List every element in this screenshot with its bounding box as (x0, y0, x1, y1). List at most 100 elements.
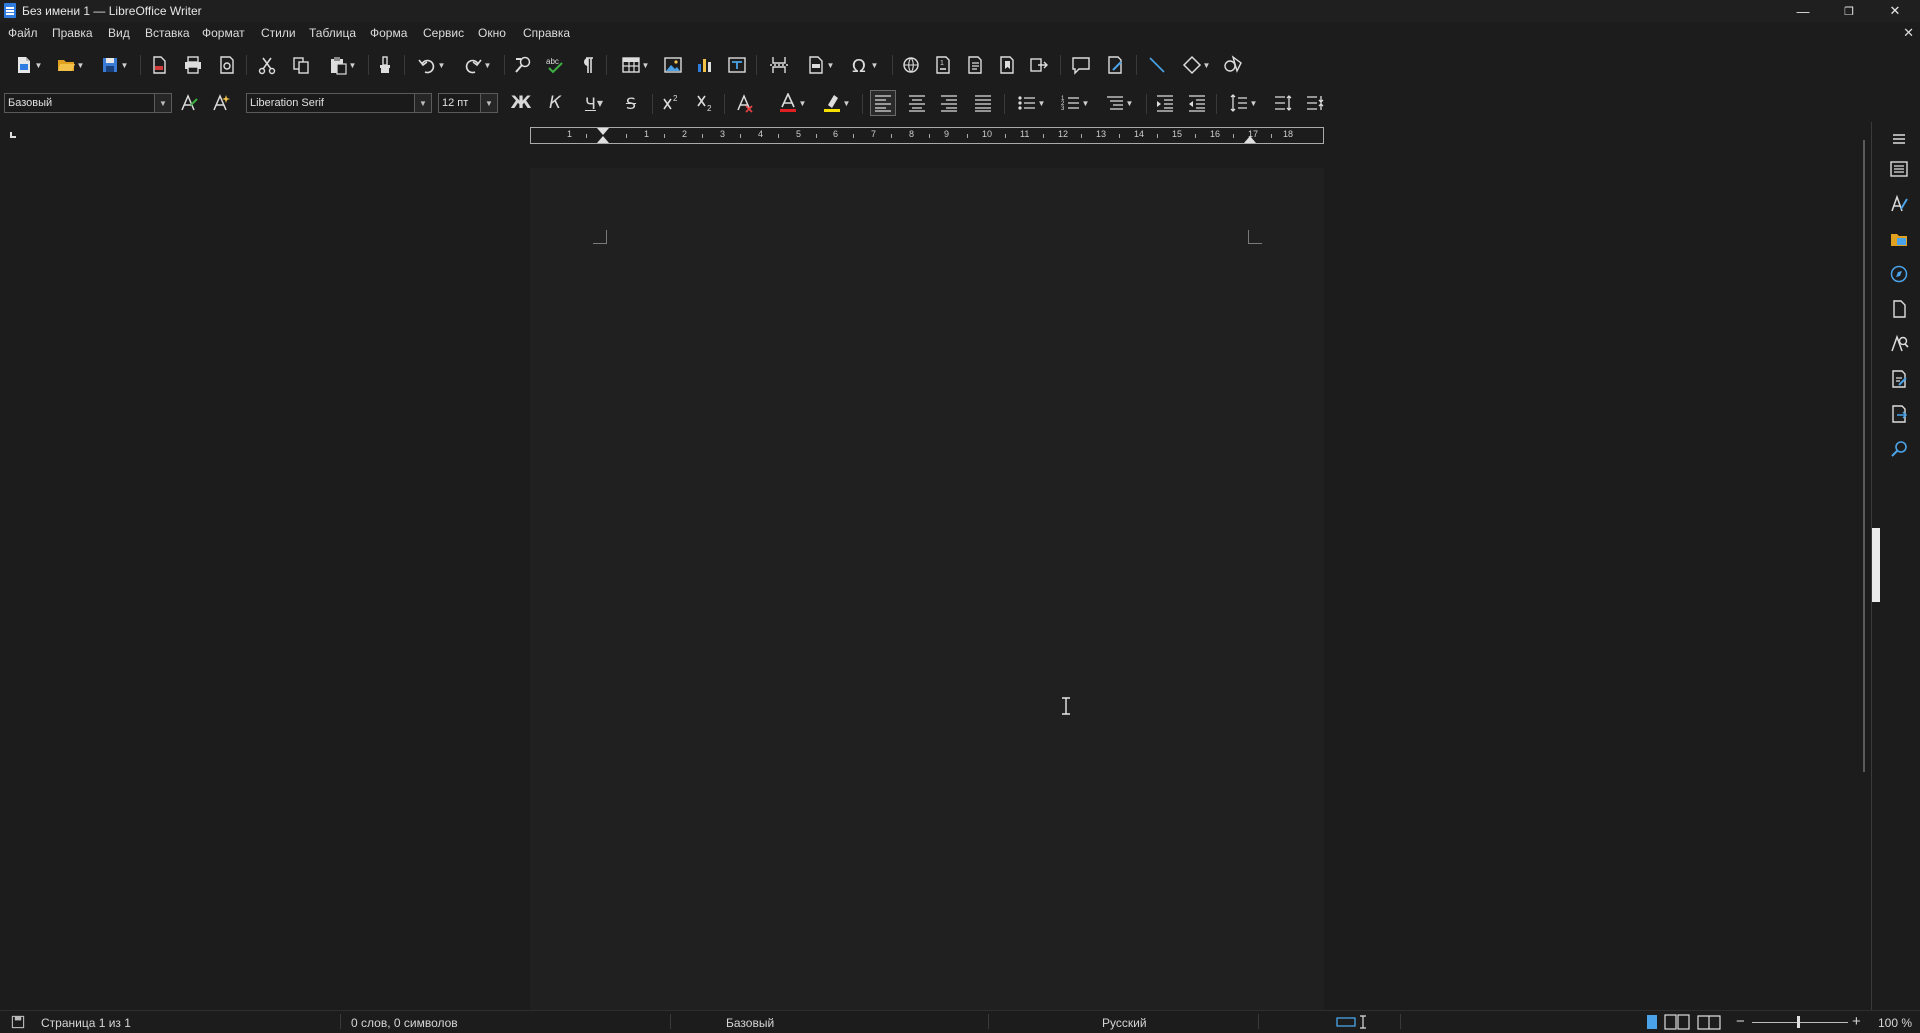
close-window-button[interactable]: ✕ (1872, 0, 1918, 22)
increase-paragraph-spacing-button[interactable] (1270, 90, 1296, 116)
undo-button[interactable]: ▼ (410, 52, 452, 78)
underline-button[interactable]: Ч ▼ (574, 90, 614, 116)
show-draw-functions-button[interactable] (1220, 52, 1246, 78)
right-indent-marker[interactable] (1244, 136, 1256, 143)
left-indent-marker[interactable] (597, 136, 609, 143)
ordered-list-button[interactable]: 1 2 3 ▼ (1054, 90, 1096, 116)
highlight-color-button[interactable]: ▼ (814, 90, 858, 116)
zoom-in-button[interactable]: + (1852, 1013, 1861, 1030)
print-button[interactable] (180, 52, 206, 78)
insert-textbox-button[interactable] (724, 52, 750, 78)
document-modified-icon[interactable] (10, 1014, 26, 1030)
font-size-combo[interactable]: 12 пт ▼ (438, 93, 498, 113)
export-pdf-button[interactable] (146, 52, 172, 78)
new-document-button[interactable]: ▼ (8, 52, 48, 78)
zoom-slider-track[interactable] (1752, 1022, 1848, 1023)
paste-button[interactable]: ▼ (322, 52, 362, 78)
single-page-view-icon[interactable] (1644, 1014, 1660, 1030)
insert-hyperlink-button[interactable] (898, 52, 924, 78)
sidebar-page-button[interactable] (1886, 296, 1912, 322)
font-color-button[interactable]: ▼ (770, 90, 814, 116)
sidebar-style-inspector-button[interactable] (1886, 331, 1912, 357)
sidebar-menu-button[interactable] (1886, 126, 1912, 152)
paragraph-style-combo[interactable]: Базовый ▼ (4, 93, 172, 113)
font-name-combo[interactable]: Liberation Serif ▼ (246, 93, 432, 113)
insert-field-button[interactable]: ▼ (800, 52, 840, 78)
sidebar-collapse-handle[interactable] (1872, 528, 1880, 602)
align-left-button[interactable] (870, 90, 896, 116)
insert-chart-button[interactable] (692, 52, 718, 78)
menu-form[interactable]: Форма (370, 26, 407, 40)
spelling-button[interactable]: abc (542, 52, 568, 78)
open-button[interactable]: ▼ (50, 52, 90, 78)
menu-window[interactable]: Окно (478, 26, 506, 40)
chevron-down-icon[interactable]: ▼ (414, 94, 431, 112)
horizontal-ruler[interactable]: 1 1 2 3 4 5 6 7 8 9 10 11 12 13 14 15 16… (530, 127, 1324, 144)
superscript-button[interactable]: 2 (658, 90, 684, 116)
insert-bookmark-button[interactable] (994, 52, 1020, 78)
sidebar-navigator-button[interactable] (1886, 261, 1912, 287)
close-document-icon[interactable]: ✕ (1903, 25, 1914, 41)
maximize-button[interactable]: ❐ (1826, 0, 1872, 22)
chevron-down-icon[interactable]: ▼ (154, 94, 171, 112)
update-style-button[interactable] (176, 90, 202, 116)
save-button[interactable]: ▼ (94, 52, 134, 78)
sidebar-gallery-button[interactable] (1886, 226, 1912, 252)
insert-image-button[interactable] (660, 52, 686, 78)
cut-button[interactable] (254, 52, 280, 78)
insert-cross-reference-button[interactable] (1026, 52, 1052, 78)
insert-mode-icon[interactable] (1336, 1015, 1370, 1029)
decrease-paragraph-spacing-button[interactable] (1302, 90, 1328, 116)
tab-stop-selector[interactable] (10, 132, 16, 138)
redo-button[interactable]: ▼ (456, 52, 498, 78)
menu-table[interactable]: Таблица (309, 26, 356, 40)
align-right-button[interactable] (936, 90, 962, 116)
multi-page-view-icon[interactable] (1664, 1014, 1690, 1030)
outline-list-button[interactable]: ▼ (1098, 90, 1140, 116)
line-spacing-button[interactable]: ▼ (1222, 90, 1264, 116)
chevron-down-icon[interactable]: ▼ (480, 94, 497, 112)
insert-endnote-button[interactable] (962, 52, 988, 78)
decrease-indent-button[interactable] (1184, 90, 1210, 116)
clear-formatting-button[interactable] (732, 90, 758, 116)
basic-shapes-button[interactable]: ▼ (1176, 52, 1216, 78)
document-page[interactable] (530, 168, 1324, 1011)
align-center-button[interactable] (904, 90, 930, 116)
menu-file[interactable]: Файл (8, 26, 38, 40)
menu-help[interactable]: Справка (523, 26, 570, 40)
justify-button[interactable] (970, 90, 996, 116)
formatting-marks-button[interactable] (574, 52, 600, 78)
page-break-button[interactable] (766, 52, 792, 78)
sidebar-styles-button[interactable] (1886, 191, 1912, 217)
language-status[interactable]: Русский (1102, 1016, 1147, 1030)
find-replace-button[interactable] (510, 52, 536, 78)
unordered-list-button[interactable]: ▼ (1010, 90, 1052, 116)
strikethrough-button[interactable]: S (618, 90, 644, 116)
insert-table-button[interactable]: ▼ (614, 52, 656, 78)
special-character-button[interactable]: Ω ▼ (844, 52, 884, 78)
bold-button[interactable]: Ж (508, 90, 534, 116)
menu-view[interactable]: Вид (108, 26, 130, 40)
menu-edit[interactable]: Правка (52, 26, 93, 40)
zoom-percent-status[interactable]: 100 % (1878, 1016, 1912, 1030)
menu-tools[interactable]: Сервис (423, 26, 464, 40)
vertical-scrollbar[interactable] (1863, 140, 1865, 772)
insert-comment-button[interactable] (1068, 52, 1094, 78)
track-changes-button[interactable] (1102, 52, 1128, 78)
zoom-out-button[interactable]: − (1736, 1013, 1745, 1030)
book-view-icon[interactable] (1696, 1014, 1722, 1030)
increase-indent-button[interactable] (1152, 90, 1178, 116)
insert-footnote-button[interactable]: 1 (930, 52, 956, 78)
sidebar-find-button[interactable] (1886, 436, 1912, 462)
word-count-status[interactable]: 0 слов, 0 символов (351, 1016, 458, 1030)
menu-format[interactable]: Формат (202, 26, 245, 40)
page-style-status[interactable]: Базовый (726, 1016, 774, 1030)
print-preview-button[interactable] (214, 52, 240, 78)
minimize-button[interactable]: — (1780, 0, 1826, 22)
zoom-slider-handle[interactable] (1797, 1016, 1800, 1028)
copy-button[interactable] (288, 52, 314, 78)
sidebar-properties-button[interactable] (1886, 156, 1912, 182)
subscript-button[interactable]: 2 (692, 90, 718, 116)
italic-button[interactable]: К (542, 90, 568, 116)
sidebar-design-button[interactable] (1886, 401, 1912, 427)
